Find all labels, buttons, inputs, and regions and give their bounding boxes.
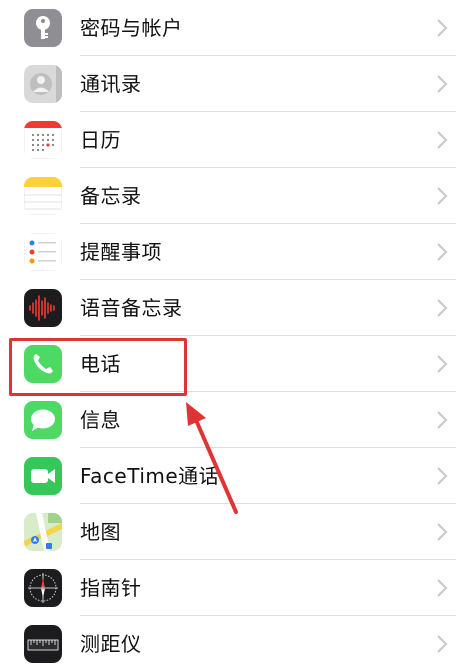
- settings-row-contacts[interactable]: 通讯录: [0, 56, 456, 112]
- key-icon: [24, 9, 62, 47]
- settings-row-phone[interactable]: 电话: [0, 336, 456, 392]
- settings-row-compass[interactable]: 指南针: [0, 560, 456, 616]
- chevron-right-icon: [437, 355, 448, 373]
- facetime-icon: [24, 457, 62, 495]
- settings-row-label: 指南针: [80, 576, 142, 600]
- settings-row-passwords-accounts[interactable]: 密码与帐户: [0, 0, 456, 56]
- voice-memos-icon: [24, 289, 62, 327]
- contacts-icon: [24, 65, 62, 103]
- chevron-right-icon: [437, 411, 448, 429]
- measure-icon: [24, 625, 62, 663]
- settings-row-label: 备忘录: [80, 184, 142, 208]
- settings-row-reminders[interactable]: 提醒事项: [0, 224, 456, 280]
- chevron-right-icon: [437, 19, 448, 37]
- settings-row-label: 提醒事项: [80, 240, 162, 264]
- chevron-right-icon: [437, 131, 448, 149]
- settings-row-label: FaceTime通话: [80, 464, 220, 488]
- notes-icon: [24, 177, 62, 215]
- settings-row-messages[interactable]: 信息: [0, 392, 456, 448]
- phone-icon: [24, 345, 62, 383]
- settings-row-label: 地图: [80, 520, 121, 544]
- settings-row-label: 密码与帐户: [80, 16, 183, 40]
- chevron-right-icon: [437, 635, 448, 653]
- settings-row-label: 日历: [80, 128, 121, 152]
- chevron-right-icon: [437, 299, 448, 317]
- settings-row-label: 电话: [80, 352, 121, 376]
- chevron-right-icon: [437, 187, 448, 205]
- maps-icon: [24, 513, 62, 551]
- settings-row-maps[interactable]: 地图: [0, 504, 456, 560]
- compass-icon: [24, 569, 62, 607]
- settings-row-facetime[interactable]: FaceTime通话: [0, 448, 456, 504]
- reminders-icon: [24, 233, 62, 271]
- chevron-right-icon: [437, 523, 448, 541]
- messages-icon: [24, 401, 62, 439]
- chevron-right-icon: [437, 579, 448, 597]
- settings-row-label: 信息: [80, 408, 121, 432]
- settings-row-label: 测距仪: [80, 632, 142, 656]
- settings-row-calendar[interactable]: 日历: [0, 112, 456, 168]
- settings-row-label: 通讯录: [80, 72, 142, 96]
- chevron-right-icon: [437, 243, 448, 261]
- settings-row-measure[interactable]: 测距仪: [0, 616, 456, 672]
- settings-row-notes[interactable]: 备忘录: [0, 168, 456, 224]
- chevron-right-icon: [437, 75, 448, 93]
- calendar-icon: [24, 121, 62, 159]
- settings-row-voice-memos[interactable]: 语音备忘录: [0, 280, 456, 336]
- chevron-right-icon: [437, 467, 448, 485]
- settings-row-label: 语音备忘录: [80, 296, 183, 320]
